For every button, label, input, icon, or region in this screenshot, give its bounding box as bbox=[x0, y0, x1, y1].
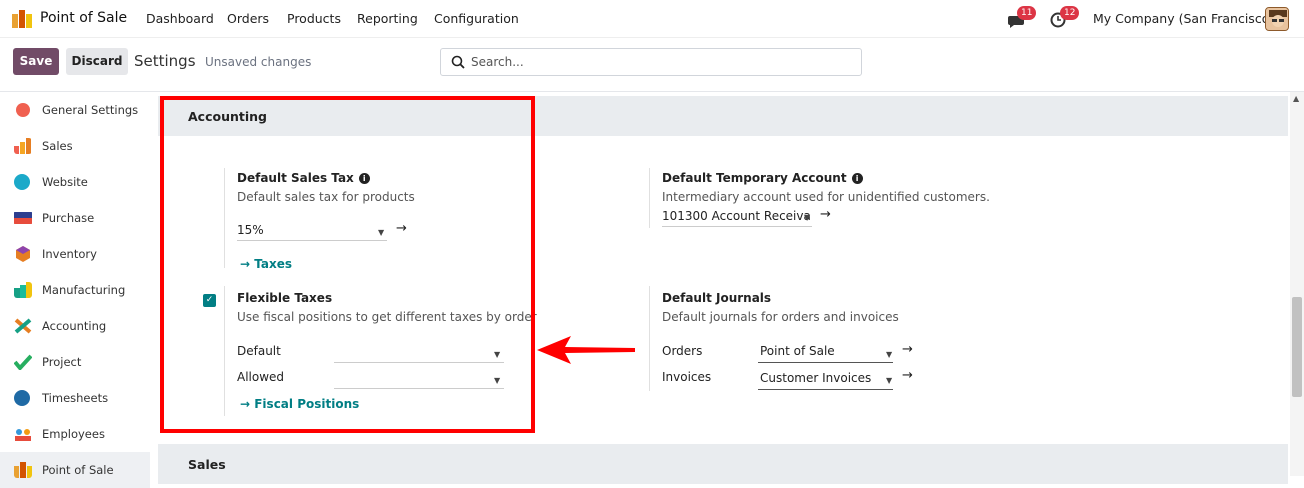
user-avatar[interactable] bbox=[1265, 7, 1289, 31]
divider bbox=[649, 286, 650, 391]
chevron-down-icon[interactable]: ▼ bbox=[886, 376, 892, 385]
setting-description: Intermediary account used for unidentifi… bbox=[662, 190, 990, 204]
menu-products[interactable]: Products bbox=[287, 11, 341, 26]
point-of-sale-app-icon[interactable] bbox=[12, 10, 32, 28]
accounting-icon bbox=[14, 318, 32, 334]
website-icon bbox=[14, 174, 30, 190]
open-record-arrow-icon[interactable]: → bbox=[902, 342, 913, 357]
scroll-up-icon[interactable]: ▲ bbox=[1293, 94, 1299, 103]
general-settings-icon bbox=[16, 103, 30, 117]
sidebar-item-label: Accounting bbox=[42, 319, 107, 333]
control-panel: Save Discard Settings Unsaved changes bbox=[0, 38, 1304, 92]
setting-title: Default Temporary Account bbox=[662, 171, 847, 185]
project-icon bbox=[14, 354, 32, 370]
open-record-arrow-icon[interactable]: → bbox=[902, 368, 913, 383]
breadcrumb: Settings bbox=[134, 52, 196, 70]
sidebar-item-label: General Settings bbox=[42, 103, 139, 117]
annotation-arrow-icon bbox=[537, 336, 635, 364]
sidebar-item-general-settings[interactable]: General Settings bbox=[0, 92, 150, 128]
field-underline bbox=[662, 226, 812, 227]
orders-journal-label: Orders bbox=[662, 344, 703, 358]
setting-description: Default journals for orders and invoices bbox=[662, 310, 899, 324]
sidebar-item-label: Manufacturing bbox=[42, 283, 126, 297]
section-title: Sales bbox=[188, 457, 226, 472]
sidebar-item-project[interactable]: Project bbox=[0, 344, 150, 380]
field-underline bbox=[758, 389, 893, 390]
sidebar-item-label: Project bbox=[42, 355, 82, 369]
app-name[interactable]: Point of Sale bbox=[40, 10, 127, 26]
sidebar-item-website[interactable]: Website bbox=[0, 164, 150, 200]
menu-configuration[interactable]: Configuration bbox=[434, 11, 519, 26]
employees-icon bbox=[15, 429, 31, 441]
sidebar-item-label: Purchase bbox=[42, 211, 95, 225]
sidebar-item-inventory[interactable]: Inventory bbox=[0, 236, 150, 272]
scrollbar-thumb[interactable] bbox=[1292, 297, 1302, 397]
sidebar-item-label: Inventory bbox=[42, 247, 97, 261]
sidebar-item-sales[interactable]: Sales bbox=[0, 128, 150, 164]
company-switcher[interactable]: My Company (San Francisco) bbox=[1093, 11, 1274, 26]
setting-title: Default Journals bbox=[662, 291, 772, 305]
sidebar-item-timesheets[interactable]: Timesheets bbox=[0, 380, 150, 416]
inventory-icon bbox=[16, 246, 30, 262]
vertical-scrollbar[interactable]: ▲ bbox=[1290, 92, 1304, 476]
sidebar-item-purchase[interactable]: Purchase bbox=[0, 200, 150, 236]
sales-section-header: Sales bbox=[158, 444, 1288, 484]
invoices-journal-select[interactable]: Customer Invoices bbox=[760, 371, 871, 385]
sidebar-item-label: Timesheets bbox=[42, 391, 109, 405]
divider bbox=[649, 168, 650, 228]
unsaved-status: Unsaved changes bbox=[205, 55, 312, 69]
activities-badge: 12 bbox=[1060, 6, 1080, 20]
sidebar-item-label: Website bbox=[42, 175, 88, 189]
messages-badge: 11 bbox=[1017, 6, 1037, 20]
sidebar-item-label: Employees bbox=[42, 427, 105, 441]
orders-journal-select[interactable]: Point of Sale bbox=[760, 344, 835, 358]
menu-orders[interactable]: Orders bbox=[227, 11, 269, 26]
purchase-icon bbox=[14, 212, 32, 224]
menu-dashboard[interactable]: Dashboard bbox=[146, 11, 214, 26]
sales-icon bbox=[14, 138, 31, 154]
avatar-face-icon bbox=[1266, 8, 1288, 30]
settings-sidebar: General Settings Sales Website Purchase … bbox=[0, 92, 150, 488]
chevron-down-icon[interactable]: ▼ bbox=[886, 350, 892, 359]
annotation-highlight-box bbox=[160, 96, 535, 433]
setting-default-journals: Default Journals Default journals for or… bbox=[662, 291, 899, 324]
sidebar-item-accounting[interactable]: Accounting bbox=[0, 308, 150, 344]
search-box[interactable] bbox=[440, 48, 862, 76]
menu-reporting[interactable]: Reporting bbox=[357, 11, 418, 26]
timesheets-icon bbox=[14, 390, 30, 406]
open-record-arrow-icon[interactable]: → bbox=[820, 207, 831, 222]
search-icon bbox=[451, 55, 465, 69]
setting-default-temporary-account: Default Temporary Account i Intermediary … bbox=[662, 171, 990, 204]
invoices-journal-label: Invoices bbox=[662, 370, 712, 384]
save-button[interactable]: Save bbox=[13, 48, 59, 75]
sidebar-item-label: Sales bbox=[42, 139, 73, 153]
manufacturing-icon bbox=[14, 282, 32, 298]
sidebar-item-point-of-sale[interactable]: Point of Sale bbox=[0, 452, 150, 488]
chevron-down-icon[interactable]: ▼ bbox=[804, 213, 810, 222]
sidebar-item-manufacturing[interactable]: Manufacturing bbox=[0, 272, 150, 308]
search-input[interactable] bbox=[471, 53, 851, 71]
field-underline bbox=[758, 362, 893, 363]
sidebar-item-employees[interactable]: Employees bbox=[0, 416, 150, 452]
discard-button[interactable]: Discard bbox=[66, 48, 128, 75]
sidebar-item-label: Point of Sale bbox=[42, 463, 114, 477]
top-navbar: Point of Sale Dashboard Orders Products … bbox=[0, 0, 1304, 38]
temporary-account-select[interactable]: 101300 Account Receiva bbox=[662, 209, 811, 223]
info-icon[interactable]: i bbox=[851, 173, 863, 184]
